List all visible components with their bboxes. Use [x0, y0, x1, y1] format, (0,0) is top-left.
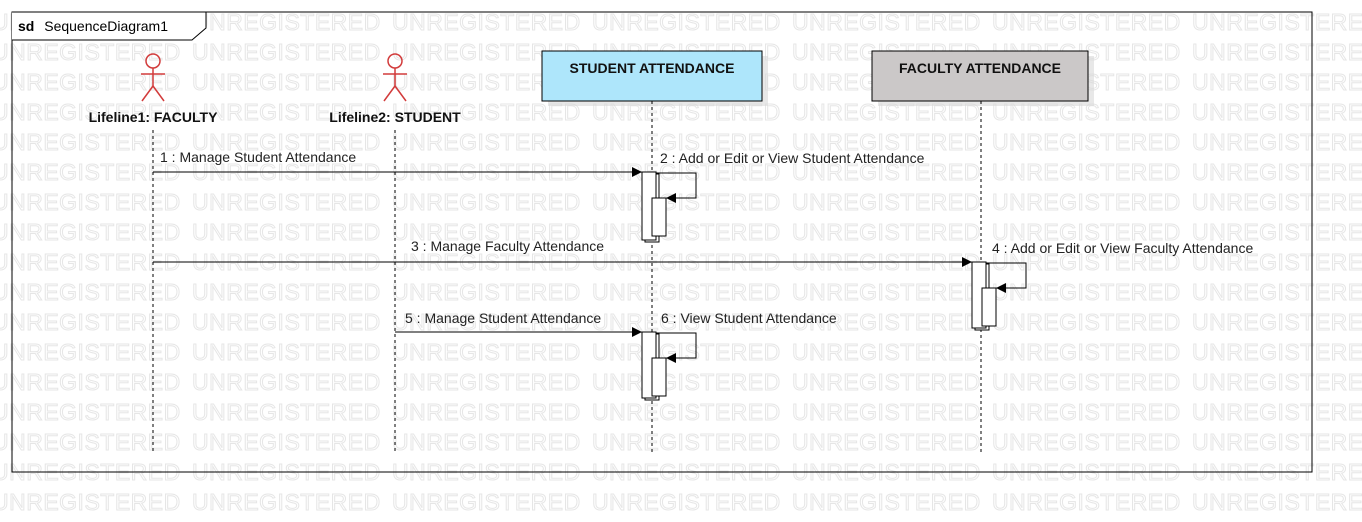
activation-bar-nested — [981, 287, 997, 327]
watermark-text: UNREGISTERED — [992, 399, 1181, 425]
watermark-text: UNREGISTERED — [792, 429, 981, 455]
watermark-text: UNREGISTERED — [992, 279, 1181, 305]
watermark-text: UNREGISTERED — [192, 219, 381, 245]
watermark-text: UNREGISTERED — [592, 339, 781, 365]
diagram-svg: UNREGISTERED UNREGISTERED UNREGISTERED UNRE… — [0, 9, 1362, 516]
watermark-text: UNREGISTERED — [1192, 309, 1362, 335]
watermark-text: UNREGISTERED — [792, 189, 981, 215]
watermark-text: UNREGISTERED — [0, 429, 181, 455]
watermark-text: UNREGISTERED — [392, 489, 581, 515]
watermark-text: UNREGISTERED — [592, 219, 781, 245]
watermark-text: UNREGISTERED — [0, 39, 181, 65]
watermark-text: UNREGISTERED — [192, 369, 381, 395]
watermark-text: UNREGISTERED — [792, 489, 981, 515]
watermark-text: UNREGISTERED — [1192, 279, 1362, 305]
watermark-text: UNREGISTERED — [0, 309, 181, 335]
watermark-text: UNREGISTERED — [992, 339, 1181, 365]
watermark-text: UNREGISTERED — [192, 489, 381, 515]
watermark-text: UNREGISTERED — [192, 189, 381, 215]
watermark-text: UNREGISTERED — [0, 129, 181, 155]
object-label: FACULTY ATTENDANCE — [899, 60, 1061, 76]
watermark-text: UNREGISTERED — [192, 279, 381, 305]
watermark-text: UNREGISTERED — [592, 399, 781, 425]
watermark-text: UNREGISTERED — [592, 9, 781, 35]
watermark-text: UNREGISTERED — [392, 9, 581, 35]
watermark-text: UNREGISTERED — [992, 189, 1181, 215]
object-label: STUDENT ATTENDANCE — [570, 60, 735, 76]
watermark-text: UNREGISTERED — [992, 9, 1181, 35]
watermark-text: UNREGISTERED — [792, 399, 981, 425]
watermark-text: UNREGISTERED — [592, 279, 781, 305]
watermark-text: UNREGISTERED — [992, 309, 1181, 335]
watermark-text: UNREGISTERED — [1192, 159, 1362, 185]
watermark-text: UNREGISTERED — [1192, 99, 1362, 125]
watermark-text: UNREGISTERED — [192, 339, 381, 365]
watermark-text: UNREGISTERED — [392, 189, 581, 215]
message-label: 2 : Add or Edit or View Student Attendan… — [660, 150, 925, 166]
watermark-text: UNREGISTERED — [0, 189, 181, 215]
watermark-text: UNREGISTERED — [992, 429, 1181, 455]
message-label: 3 : Manage Faculty Attendance — [411, 238, 604, 254]
lifeline-label: Lifeline2: STUDENT — [329, 109, 461, 125]
activation-bar-nested — [651, 357, 667, 397]
sequence-diagram-canvas: UNREGISTERED UNREGISTERED UNREGISTERED UNRE… — [0, 0, 1362, 522]
message-label: 4 : Add or Edit or View Faculty Attendan… — [992, 240, 1253, 256]
watermark-text: UNREGISTERED — [192, 69, 381, 95]
watermark-text: UNREGISTERED — [392, 129, 581, 155]
watermark-text: UNREGISTERED — [192, 9, 381, 35]
watermark-text: UNREGISTERED — [0, 399, 181, 425]
watermark-text: UNREGISTERED — [992, 159, 1181, 185]
watermark-text: UNREGISTERED — [392, 339, 581, 365]
message-label: 1 : Manage Student Attendance — [160, 149, 356, 165]
watermark-text: UNREGISTERED — [1192, 429, 1362, 455]
watermark-text: UNREGISTERED — [592, 189, 781, 215]
watermark-text: UNREGISTERED — [592, 429, 781, 455]
watermark-text: UNREGISTERED — [992, 369, 1181, 395]
watermark-text: UNREGISTERED — [1192, 9, 1362, 35]
watermark-text: UNREGISTERED — [1192, 69, 1362, 95]
watermark-text: UNREGISTERED — [392, 369, 581, 395]
watermark-text: UNREGISTERED — [1192, 129, 1362, 155]
watermark-text: UNREGISTERED — [1192, 339, 1362, 365]
watermark-text: UNREGISTERED — [192, 429, 381, 455]
watermark-text: UNREGISTERED — [792, 339, 981, 365]
watermark-text: UNREGISTERED — [392, 399, 581, 425]
watermark-text: UNREGISTERED — [592, 489, 781, 515]
watermark-text: UNREGISTERED — [0, 369, 181, 395]
activation-bar-nested — [651, 197, 667, 237]
watermark-text: UNREGISTERED — [0, 219, 181, 245]
watermark-text: UNREGISTERED — [792, 219, 981, 245]
watermark-text: UNREGISTERED — [792, 369, 981, 395]
message-label: 6 : View Student Attendance — [661, 310, 837, 326]
watermark-text: UNREGISTERED — [392, 429, 581, 455]
watermark-text: UNREGISTERED — [1192, 369, 1362, 395]
lifeline-label: Lifeline1: FACULTY — [89, 109, 219, 125]
watermark-text: UNREGISTERED — [392, 279, 581, 305]
watermark-text: UNREGISTERED — [192, 309, 381, 335]
watermark-text: UNREGISTERED — [992, 489, 1181, 515]
watermark-text: UNREGISTERED — [0, 279, 181, 305]
message-label: 5 : Manage Student Attendance — [405, 310, 601, 326]
frame-name: SequenceDiagram1 — [44, 18, 168, 34]
watermark-text: UNREGISTERED — [592, 369, 781, 395]
watermark-text: UNREGISTERED — [1192, 489, 1362, 515]
frame-keyword: sd — [18, 18, 34, 34]
object-box — [541, 50, 763, 102]
object-box — [871, 50, 1089, 102]
watermark-text: UNREGISTERED — [1192, 189, 1362, 215]
watermark-text: UNREGISTERED — [792, 279, 981, 305]
watermark-text: UNREGISTERED — [992, 129, 1181, 155]
watermark-text: UNREGISTERED — [792, 9, 981, 35]
watermark-text: UNREGISTERED — [192, 39, 381, 65]
watermark-text: UNREGISTERED — [1192, 39, 1362, 65]
watermark-text: UNREGISTERED — [1192, 399, 1362, 425]
watermark-text: UNREGISTERED — [192, 399, 381, 425]
watermark-text: UNREGISTERED — [0, 339, 181, 365]
watermark-text: UNREGISTERED — [0, 489, 181, 515]
